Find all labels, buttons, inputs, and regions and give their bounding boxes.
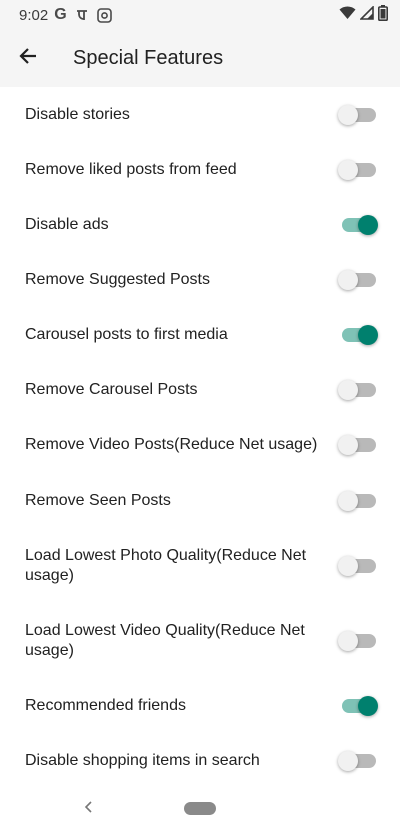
toggle-switch[interactable] bbox=[342, 213, 378, 237]
setting-row-disable-shopping-items[interactable]: Disable shopping items in search bbox=[0, 734, 400, 789]
page-title: Special Features bbox=[73, 47, 224, 69]
toggle-switch[interactable] bbox=[338, 749, 378, 773]
setting-row-carousel-first-media[interactable]: Carousel posts to first media bbox=[0, 308, 400, 363]
setting-row-disable-stories[interactable]: Disable stories bbox=[0, 87, 400, 143]
notification-icon bbox=[75, 8, 89, 22]
battery-icon bbox=[378, 4, 388, 26]
wifi-icon bbox=[339, 6, 356, 25]
system-nav-bar bbox=[0, 785, 400, 833]
switch-thumb bbox=[338, 491, 358, 511]
toggle-switch[interactable] bbox=[342, 694, 378, 718]
app-bar: Special Features bbox=[0, 30, 400, 87]
setting-label: Remove Video Posts(Reduce Net usage) bbox=[25, 436, 318, 453]
setting-label: Remove Seen Posts bbox=[25, 492, 171, 509]
switch-thumb bbox=[338, 105, 358, 125]
google-g-icon: G bbox=[54, 6, 67, 23]
setting-label: Load Lowest Photo Quality(Reduce Net usa… bbox=[25, 547, 307, 584]
setting-row-lowest-video-quality[interactable]: Load Lowest Video Quality(Reduce Net usa… bbox=[0, 604, 400, 679]
setting-row-disable-ads[interactable]: Disable ads bbox=[0, 198, 400, 253]
toggle-switch[interactable] bbox=[342, 323, 378, 347]
switch-thumb bbox=[338, 270, 358, 290]
cellular-signal-icon bbox=[359, 4, 374, 25]
setting-label: Remove Suggested Posts bbox=[25, 271, 210, 288]
setting-label: Disable shopping items in search bbox=[25, 752, 260, 769]
toggle-switch[interactable] bbox=[338, 378, 378, 402]
switch-thumb bbox=[338, 380, 358, 400]
switch-thumb bbox=[358, 215, 378, 235]
toggle-switch[interactable] bbox=[338, 268, 378, 292]
setting-label: Recommended friends bbox=[25, 697, 186, 714]
setting-label: Load Lowest Video Quality(Reduce Net usa… bbox=[25, 622, 305, 659]
home-pill-icon[interactable] bbox=[184, 802, 216, 815]
toggle-switch[interactable] bbox=[338, 433, 378, 457]
setting-row-remove-seen-posts[interactable]: Remove Seen Posts bbox=[0, 473, 400, 529]
switch-thumb bbox=[338, 556, 358, 576]
setting-label: Remove liked posts from feed bbox=[25, 161, 237, 178]
app-notification-icon bbox=[96, 7, 112, 23]
switch-thumb bbox=[358, 696, 378, 716]
setting-row-remove-video-posts[interactable]: Remove Video Posts(Reduce Net usage) bbox=[0, 418, 400, 473]
setting-row-remove-suggested-posts[interactable]: Remove Suggested Posts bbox=[0, 253, 400, 308]
setting-row-recommended-friends[interactable]: Recommended friends bbox=[0, 679, 400, 734]
toggle-switch[interactable] bbox=[338, 158, 378, 182]
setting-label: Carousel posts to first media bbox=[25, 326, 228, 343]
setting-label: Disable ads bbox=[25, 216, 109, 233]
setting-label: Disable stories bbox=[25, 106, 130, 123]
status-time: 9:02 bbox=[19, 6, 49, 24]
nav-back-chevron-icon[interactable] bbox=[82, 797, 96, 817]
toggle-switch[interactable] bbox=[338, 554, 378, 578]
switch-thumb bbox=[338, 631, 358, 651]
setting-row-lowest-photo-quality[interactable]: Load Lowest Photo Quality(Reduce Net usa… bbox=[0, 529, 400, 604]
setting-label: Remove Carousel Posts bbox=[25, 381, 198, 398]
switch-thumb bbox=[358, 325, 378, 345]
status-bar: 9:02 G bbox=[0, 0, 400, 30]
switch-thumb bbox=[338, 751, 358, 771]
setting-row-remove-carousel-posts[interactable]: Remove Carousel Posts bbox=[0, 363, 400, 418]
switch-thumb bbox=[338, 435, 358, 455]
toggle-switch[interactable] bbox=[338, 629, 378, 653]
back-button[interactable] bbox=[0, 30, 56, 87]
switch-thumb bbox=[338, 160, 358, 180]
toggle-switch[interactable] bbox=[338, 103, 378, 127]
toggle-switch[interactable] bbox=[338, 489, 378, 513]
setting-row-remove-liked-posts[interactable]: Remove liked posts from feed bbox=[0, 143, 400, 198]
arrow-left-icon bbox=[19, 47, 37, 70]
